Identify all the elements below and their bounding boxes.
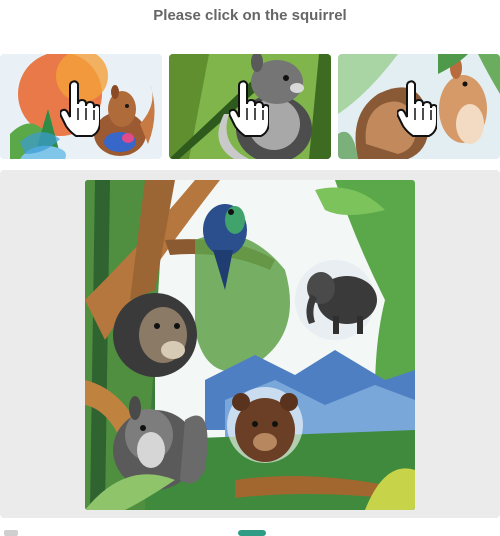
hand-pointer-icon: [229, 80, 269, 137]
hand-pointer-icon: [397, 80, 437, 137]
hand-pointer-icon: [60, 80, 100, 137]
footer-center-mark: [238, 530, 266, 536]
challenge-image[interactable]: [85, 180, 415, 510]
footer-left-mark: [4, 530, 18, 536]
challenge-panel: [0, 170, 500, 518]
instruction-text: Please click on the squirrel: [153, 7, 347, 24]
